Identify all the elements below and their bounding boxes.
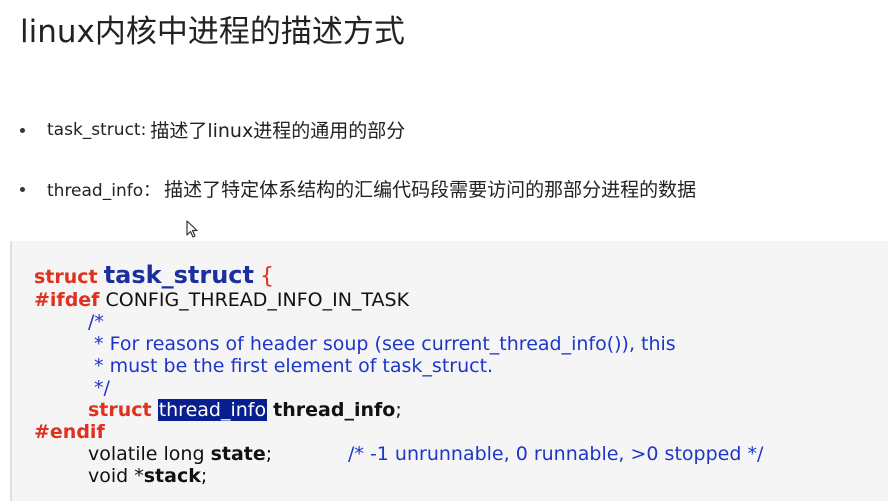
- code-selected-text[interactable]: thread_info: [157, 399, 268, 421]
- code-field: state: [210, 443, 266, 465]
- bullet-text: 描述了特定体系结构的汇编代码段需要访问的那部分进程的数据: [164, 179, 697, 201]
- bullet-term: thread_info：: [47, 181, 161, 201]
- code-struct-name: task_struct: [103, 261, 254, 289]
- code-line-4: * For reasons of header soup (see curren…: [88, 333, 676, 355]
- mouse-pointer-icon: [186, 220, 200, 240]
- bullet-dot: [20, 128, 25, 133]
- code-line-10: void *stack;: [88, 465, 207, 487]
- code-type: volatile long: [88, 443, 211, 465]
- bullet-task-struct: task_struct: 描述了linux进程的通用的部分: [20, 116, 405, 143]
- code-line-2: #ifdef CONFIG_THREAD_INFO_IN_TASK: [34, 289, 409, 311]
- code-line-9: volatile long state;: [88, 443, 272, 465]
- code-keyword: struct: [88, 399, 152, 421]
- code-comment: /* -1 unrunnable, 0 runnable, >0 stopped…: [348, 443, 764, 465]
- code-line-8: #endif: [34, 421, 105, 443]
- slide-title: linux内核中进程的描述方式: [20, 14, 405, 50]
- code-line-1: struct task_struct {: [34, 261, 274, 291]
- code-semicolon: ;: [395, 399, 402, 421]
- code-line-7: struct thread_info thread_info;: [88, 399, 402, 421]
- code-semicolon: ;: [265, 443, 273, 465]
- code-snippet: struct task_struct { #ifdef CONFIG_THREA…: [10, 241, 888, 501]
- slide: linux内核中进程的描述方式 task_struct: 描述了linux进程的…: [0, 0, 892, 501]
- bullet-dot: [20, 187, 25, 192]
- code-line-6: */: [88, 377, 110, 399]
- bullet-term: task_struct:: [47, 119, 147, 140]
- code-type: void *: [88, 465, 144, 487]
- code-macro: CONFIG_THREAD_INFO_IN_TASK: [99, 289, 410, 311]
- code-keyword: struct: [34, 266, 98, 288]
- code-semicolon: ;: [200, 465, 208, 487]
- code-line-3: /*: [88, 311, 104, 333]
- bullet-thread-info: thread_info： 描述了特定体系结构的汇编代码段需要访问的那部分进程的数…: [20, 175, 696, 202]
- code-field: thread_info: [273, 399, 396, 421]
- code-directive: #ifdef: [34, 289, 100, 311]
- code-directive: #endif: [34, 421, 105, 443]
- bullet-text: 描述了linux进程的通用的部分: [150, 120, 406, 142]
- code-field: stack: [143, 465, 201, 487]
- code-brace: {: [260, 264, 275, 289]
- code-line-5: * must be the first element of task_stru…: [88, 355, 494, 377]
